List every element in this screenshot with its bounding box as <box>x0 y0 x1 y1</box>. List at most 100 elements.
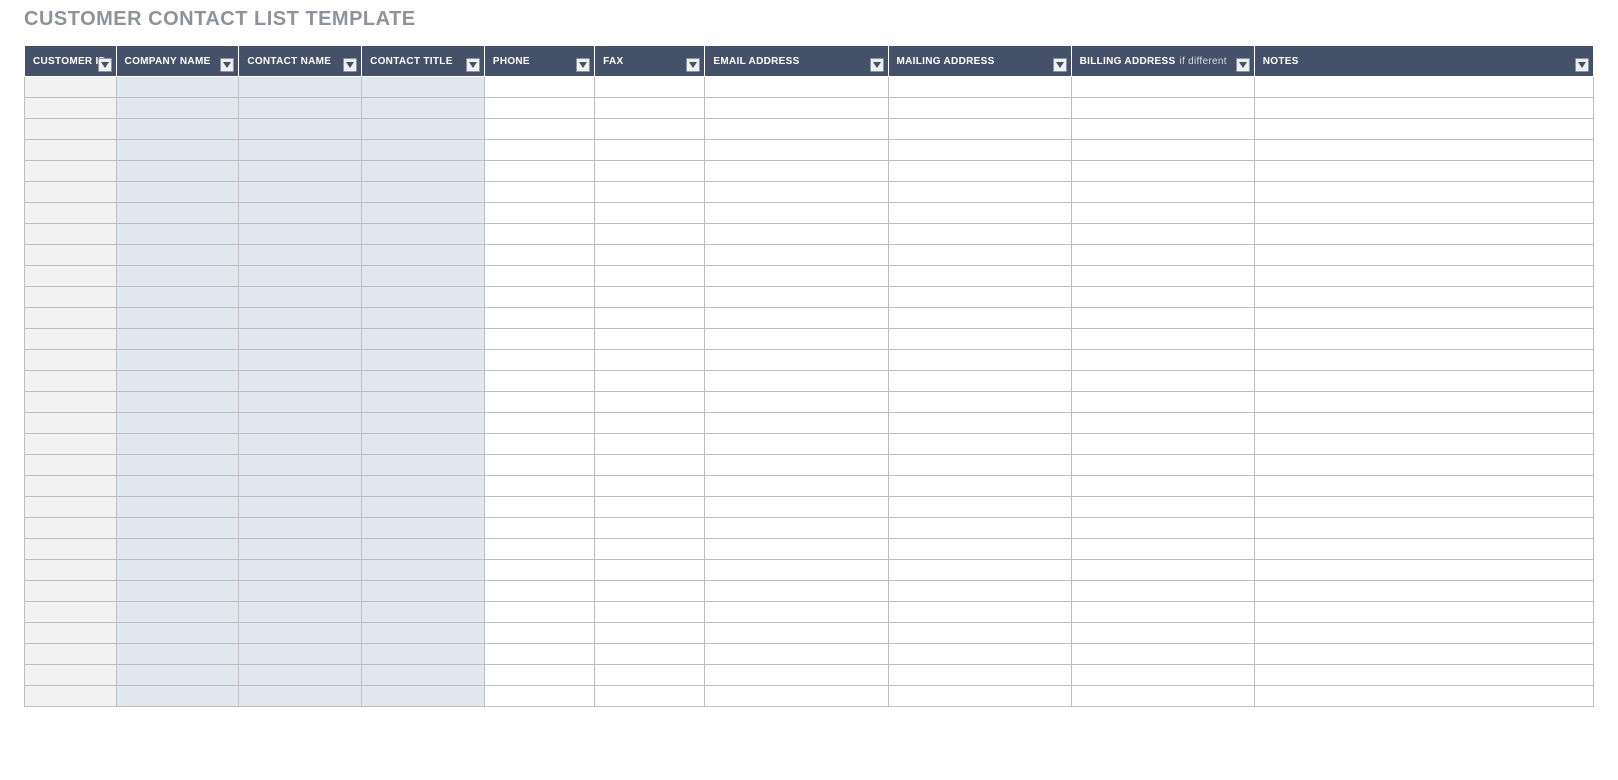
cell[interactable] <box>1254 77 1593 98</box>
cell[interactable] <box>705 77 888 98</box>
cell[interactable] <box>25 119 117 140</box>
cell[interactable] <box>595 665 705 686</box>
cell[interactable] <box>362 161 485 182</box>
cell[interactable] <box>239 119 362 140</box>
cell[interactable] <box>1254 245 1593 266</box>
cell[interactable] <box>25 413 117 434</box>
cell[interactable] <box>705 329 888 350</box>
cell[interactable] <box>705 182 888 203</box>
cell[interactable] <box>888 686 1071 707</box>
cell[interactable] <box>484 245 594 266</box>
cell[interactable] <box>705 392 888 413</box>
cell[interactable] <box>705 119 888 140</box>
cell[interactable] <box>362 497 485 518</box>
column-header[interactable]: BILLING ADDRESSif different <box>1071 46 1254 77</box>
cell[interactable] <box>705 161 888 182</box>
cell[interactable] <box>362 245 485 266</box>
cell[interactable] <box>239 539 362 560</box>
cell[interactable] <box>25 161 117 182</box>
cell[interactable] <box>1071 581 1254 602</box>
cell[interactable] <box>595 308 705 329</box>
cell[interactable] <box>705 245 888 266</box>
cell[interactable] <box>25 497 117 518</box>
cell[interactable] <box>25 686 117 707</box>
cell[interactable] <box>362 581 485 602</box>
cell[interactable] <box>116 266 239 287</box>
cell[interactable] <box>595 245 705 266</box>
column-header[interactable]: FAX <box>595 46 705 77</box>
cell[interactable] <box>595 140 705 161</box>
cell[interactable] <box>239 203 362 224</box>
cell[interactable] <box>116 392 239 413</box>
cell[interactable] <box>116 224 239 245</box>
cell[interactable] <box>116 434 239 455</box>
cell[interactable] <box>705 203 888 224</box>
cell[interactable] <box>1071 476 1254 497</box>
cell[interactable] <box>239 581 362 602</box>
cell[interactable] <box>595 182 705 203</box>
cell[interactable] <box>595 686 705 707</box>
cell[interactable] <box>362 329 485 350</box>
cell[interactable] <box>239 665 362 686</box>
cell[interactable] <box>239 560 362 581</box>
cell[interactable] <box>888 476 1071 497</box>
cell[interactable] <box>484 434 594 455</box>
cell[interactable] <box>25 455 117 476</box>
cell[interactable] <box>888 602 1071 623</box>
cell[interactable] <box>1071 350 1254 371</box>
cell[interactable] <box>362 371 485 392</box>
cell[interactable] <box>239 644 362 665</box>
cell[interactable] <box>595 266 705 287</box>
cell[interactable] <box>116 623 239 644</box>
cell[interactable] <box>484 119 594 140</box>
cell[interactable] <box>484 266 594 287</box>
cell[interactable] <box>705 539 888 560</box>
cell[interactable] <box>362 119 485 140</box>
cell[interactable] <box>595 560 705 581</box>
cell[interactable] <box>595 77 705 98</box>
cell[interactable] <box>1254 623 1593 644</box>
cell[interactable] <box>25 203 117 224</box>
cell[interactable] <box>362 602 485 623</box>
cell[interactable] <box>705 560 888 581</box>
cell[interactable] <box>1254 455 1593 476</box>
cell[interactable] <box>888 665 1071 686</box>
cell[interactable] <box>362 518 485 539</box>
cell[interactable] <box>1071 665 1254 686</box>
cell[interactable] <box>362 287 485 308</box>
cell[interactable] <box>1254 602 1593 623</box>
cell[interactable] <box>116 77 239 98</box>
cell[interactable] <box>484 539 594 560</box>
cell[interactable] <box>705 686 888 707</box>
column-header[interactable]: CONTACT TITLE <box>362 46 485 77</box>
cell[interactable] <box>116 560 239 581</box>
cell[interactable] <box>484 644 594 665</box>
cell[interactable] <box>1254 392 1593 413</box>
cell[interactable] <box>705 476 888 497</box>
cell[interactable] <box>484 476 594 497</box>
cell[interactable] <box>888 413 1071 434</box>
cell[interactable] <box>484 392 594 413</box>
cell[interactable] <box>595 203 705 224</box>
cell[interactable] <box>888 245 1071 266</box>
cell[interactable] <box>239 497 362 518</box>
cell[interactable] <box>1071 434 1254 455</box>
filter-dropdown-icon[interactable] <box>220 58 234 72</box>
cell[interactable] <box>1254 308 1593 329</box>
cell[interactable] <box>484 686 594 707</box>
cell[interactable] <box>595 119 705 140</box>
cell[interactable] <box>116 308 239 329</box>
cell[interactable] <box>705 602 888 623</box>
cell[interactable] <box>705 455 888 476</box>
cell[interactable] <box>1071 287 1254 308</box>
column-header[interactable]: PHONE <box>484 46 594 77</box>
cell[interactable] <box>705 581 888 602</box>
cell[interactable] <box>484 623 594 644</box>
cell[interactable] <box>888 329 1071 350</box>
cell[interactable] <box>705 140 888 161</box>
cell[interactable] <box>1254 581 1593 602</box>
cell[interactable] <box>1254 560 1593 581</box>
cell[interactable] <box>25 266 117 287</box>
cell[interactable] <box>1071 518 1254 539</box>
cell[interactable] <box>705 413 888 434</box>
